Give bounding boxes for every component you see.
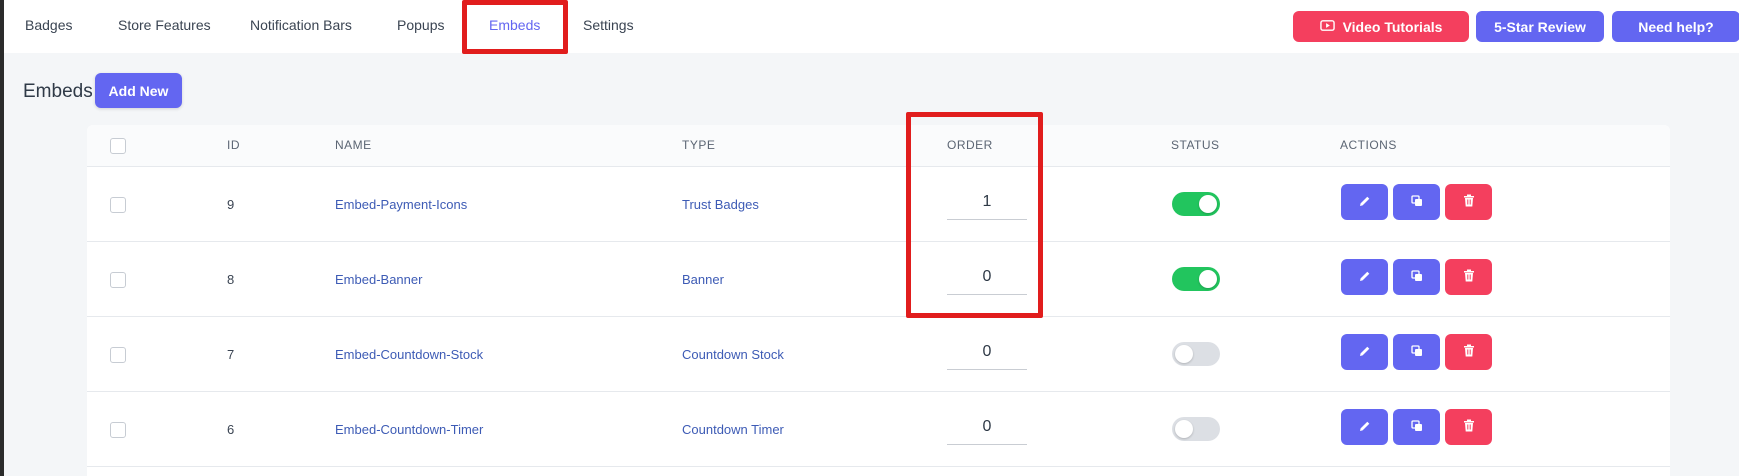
tab-notification-bars[interactable]: Notification Bars (250, 0, 352, 50)
pencil-icon (1359, 420, 1371, 435)
select-all-checkbox[interactable] (110, 138, 126, 154)
column-header-id: ID (227, 138, 240, 152)
column-header-name: NAME (335, 138, 372, 152)
status-toggle[interactable] (1172, 192, 1220, 216)
row-name-link[interactable]: Embed-Countdown-Stock (335, 347, 483, 362)
row-type-link[interactable]: Countdown Stock (682, 347, 784, 362)
page-title: Embeds (23, 81, 93, 102)
row-checkbox[interactable] (110, 422, 126, 438)
column-header-status: STATUS (1171, 138, 1220, 152)
copy-icon (1410, 269, 1423, 285)
delete-button[interactable] (1445, 334, 1492, 370)
pencil-icon (1359, 345, 1371, 360)
order-input[interactable] (947, 409, 1027, 445)
tab-store-features[interactable]: Store Features (118, 0, 211, 50)
status-toggle[interactable] (1172, 267, 1220, 291)
row-id: 9 (227, 197, 235, 212)
row-type-link[interactable]: Banner (682, 272, 724, 287)
tab-badges[interactable]: Badges (25, 0, 72, 50)
status-toggle[interactable] (1172, 342, 1220, 366)
table-row: 7 Embed-Countdown-Stock Countdown Stock (87, 317, 1670, 392)
order-input[interactable] (947, 184, 1027, 220)
column-header-order: ORDER (947, 138, 993, 152)
table-row: 6 Embed-Countdown-Timer Countdown Timer (87, 392, 1670, 467)
column-header-actions: ACTIONS (1340, 138, 1397, 152)
duplicate-button[interactable] (1393, 334, 1440, 370)
pencil-icon (1359, 270, 1371, 285)
row-id: 7 (227, 347, 235, 362)
duplicate-button[interactable] (1393, 409, 1440, 445)
embeds-table: ID NAME TYPE ORDER STATUS ACTIONS 9 Embe… (87, 125, 1670, 476)
duplicate-button[interactable] (1393, 184, 1440, 220)
need-help-button[interactable]: Need help? (1612, 11, 1739, 42)
row-type-link[interactable]: Trust Badges (682, 197, 759, 212)
edit-button[interactable] (1341, 184, 1388, 220)
copy-icon (1410, 194, 1423, 210)
table-row: 9 Embed-Payment-Icons Trust Badges (87, 167, 1670, 242)
copy-icon (1410, 419, 1423, 435)
row-checkbox[interactable] (110, 197, 126, 213)
delete-button[interactable] (1445, 409, 1492, 445)
five-star-review-label: 5-Star Review (1494, 18, 1586, 35)
table-row: 8 Embed-Banner Banner (87, 242, 1670, 317)
trash-icon (1463, 344, 1475, 360)
tab-popups[interactable]: Popups (397, 0, 444, 50)
row-name-link[interactable]: Embed-Banner (335, 272, 422, 287)
duplicate-button[interactable] (1393, 259, 1440, 295)
delete-button[interactable] (1445, 184, 1492, 220)
row-id: 8 (227, 272, 235, 287)
video-tutorials-label: Video Tutorials (1342, 18, 1443, 35)
order-input[interactable] (947, 259, 1027, 295)
video-tutorials-button[interactable]: Video Tutorials (1293, 11, 1469, 42)
copy-icon (1410, 344, 1423, 360)
row-name-link[interactable]: Embed-Countdown-Timer (335, 422, 483, 437)
pencil-icon (1359, 195, 1371, 210)
add-new-button[interactable]: Add New (95, 73, 182, 108)
need-help-label: Need help? (1638, 18, 1714, 35)
order-input[interactable] (947, 334, 1027, 370)
edit-button[interactable] (1341, 259, 1388, 295)
edit-button[interactable] (1341, 334, 1388, 370)
tab-settings[interactable]: Settings (583, 0, 634, 50)
row-checkbox[interactable] (110, 272, 126, 288)
play-circle-icon (1319, 18, 1335, 36)
column-header-type: TYPE (682, 138, 716, 152)
app-window: Badges Store Features Notification Bars … (0, 0, 1739, 476)
trash-icon (1463, 194, 1475, 210)
row-checkbox[interactable] (110, 347, 126, 363)
trash-icon (1463, 419, 1475, 435)
row-type-link[interactable]: Countdown Timer (682, 422, 784, 437)
row-id: 6 (227, 422, 235, 437)
row-name-link[interactable]: Embed-Payment-Icons (335, 197, 467, 212)
edit-button[interactable] (1341, 409, 1388, 445)
top-navigation: Badges Store Features Notification Bars … (4, 0, 1739, 53)
trash-icon (1463, 269, 1475, 285)
tab-embeds[interactable]: Embeds (489, 0, 540, 50)
status-toggle[interactable] (1172, 417, 1220, 441)
table-header: ID NAME TYPE ORDER STATUS ACTIONS (87, 125, 1670, 167)
delete-button[interactable] (1445, 259, 1492, 295)
five-star-review-button[interactable]: 5-Star Review (1476, 11, 1604, 42)
